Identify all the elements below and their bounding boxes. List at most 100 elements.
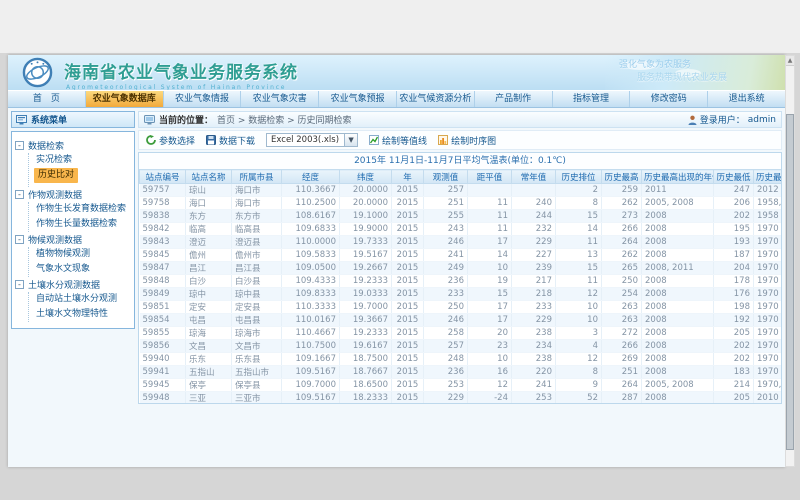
toolbar: 参数选择 数据下载 Excel 2003(.xls) ▼ (138, 130, 782, 150)
collapse-icon[interactable]: - (15, 280, 24, 289)
table-cell: 195 (714, 223, 754, 236)
table-cell: 18.7667 (340, 366, 392, 379)
draw-contour-button[interactable]: 绘制等值线 (369, 134, 427, 147)
table-row[interactable]: 59847昌江昌江县109.050019.2667201524910239152… (140, 262, 783, 275)
table-cell: 2008 (642, 301, 714, 314)
sidebar-tree: -数据检索实况检索历史比对-作物观测数据作物生长发育数据检索作物生长量数据检索-… (11, 131, 135, 329)
tree-item[interactable]: 植物物候观测 (34, 247, 131, 262)
table-cell: 1958 (754, 210, 783, 223)
chevron-down-icon[interactable]: ▼ (344, 134, 357, 146)
table-row[interactable]: 59845儋州儋州市109.583319.5167201524114227132… (140, 249, 783, 262)
table-cell: 2015 (392, 249, 424, 262)
table-cell: 2008 (642, 314, 714, 327)
tree-children: 植物物候观测气象水文现象 (28, 247, 131, 277)
table-cell: 19.2667 (340, 262, 392, 275)
table-row[interactable]: 59758海口海口市110.250020.0000201525111240826… (140, 197, 783, 210)
nav-tab-4[interactable]: 农业气象灾害 (241, 91, 319, 107)
app-window: 海南省农业气象业务服务系统 Agrometeorological System … (8, 55, 785, 467)
breadcrumb[interactable]: 首页 > 数据检索 > 历史同期检索 (217, 113, 352, 126)
table-row[interactable]: 59941五指山五指山市109.516718.76672015236162208… (140, 366, 783, 379)
nav-tab-2[interactable]: 农业气象数据库 (86, 91, 164, 107)
table-cell: 11 (556, 236, 602, 249)
vertical-scrollbar[interactable]: ▲ (785, 55, 795, 467)
table-cell: 2008 (642, 249, 714, 262)
tree-item[interactable]: 自动站土壤水分观测 (34, 292, 131, 307)
table-row[interactable]: 59940乐东乐东县109.166718.7500201524810238122… (140, 353, 783, 366)
table-row[interactable]: 59848白沙白沙县109.433319.2333201523619217112… (140, 275, 783, 288)
table-cell: 217 (512, 275, 556, 288)
table-header-row: 站点编号站点名称所属市县经度纬度年观测值距平值常年值历史排位历史最高历史最高出现… (140, 170, 783, 184)
table-cell (468, 184, 512, 197)
table-cell: 233 (512, 301, 556, 314)
table-row[interactable]: 59842临高临高县109.683319.9000201524311232142… (140, 223, 783, 236)
table-cell: 273 (602, 210, 642, 223)
tree-group[interactable]: -土壤水分观测数据 (15, 277, 131, 292)
nav-tab-7[interactable]: 产品制作 (475, 91, 553, 107)
table-row[interactable]: 59948三亚三亚市109.516718.23332015229-2425352… (140, 392, 783, 405)
table-cell: 1970 (754, 327, 783, 340)
nav-tab-3[interactable]: 农业气象情报 (164, 91, 242, 107)
nav-tab-10[interactable]: 退出系统 (708, 91, 785, 107)
table-row[interactable]: 59945保亭保亭县109.700018.6500201525312241926… (140, 379, 783, 392)
table-row[interactable]: 59855琼海琼海市110.466719.2333201525820238327… (140, 327, 783, 340)
tree-children: 自动站土壤水分观测土壤水文物理特性 (28, 292, 131, 322)
collapse-icon[interactable]: - (15, 235, 24, 244)
column-header: 站点编号 (140, 170, 186, 184)
format-select[interactable]: Excel 2003(.xls) ▼ (266, 133, 358, 147)
bar-chart-icon (438, 135, 448, 145)
nav-tab-8[interactable]: 指标管理 (553, 91, 631, 107)
table-cell: 1970 (754, 223, 783, 236)
refresh-icon (146, 135, 156, 145)
table-cell: 108.6167 (282, 210, 340, 223)
collapse-icon[interactable]: - (15, 141, 24, 150)
table-row[interactable]: 59851定安定安县110.333319.7000201525017233102… (140, 301, 783, 314)
tree-item[interactable]: 作物生长发育数据检索 (34, 202, 131, 217)
table-cell: 287 (602, 392, 642, 405)
table-row[interactable]: 59843澄迈澄迈县110.000019.7333201524617229112… (140, 236, 783, 249)
nav-tab-9[interactable]: 修改密码 (630, 91, 708, 107)
tree-item[interactable]: 气象水文现象 (34, 262, 131, 277)
tree-group[interactable]: -物候观测数据 (15, 232, 131, 247)
table-cell: 266 (602, 223, 642, 236)
tree-item[interactable]: 历史比对 (34, 168, 78, 183)
table-row[interactable]: 59838东方东方市108.616719.1000201525511244152… (140, 210, 783, 223)
scrollbar-thumb[interactable] (786, 114, 794, 450)
sidebar-title: 系统菜单 (31, 113, 67, 126)
table-cell: 183 (714, 366, 754, 379)
table-cell: 1970 (754, 288, 783, 301)
table-cell: 109.8333 (282, 288, 340, 301)
tree-item[interactable]: 土壤水文物理特性 (34, 307, 131, 322)
table-cell: 2005, 2008 (642, 197, 714, 210)
table-cell: 15 (556, 262, 602, 275)
data-download-label: 数据下载 (219, 134, 255, 147)
table-cell: 2008 (642, 392, 714, 405)
scroll-up-icon[interactable]: ▲ (786, 56, 794, 66)
table-cell: 2015 (392, 262, 424, 275)
table-cell: 17 (468, 236, 512, 249)
nav-tab-6[interactable]: 农业气候资源分析 (397, 91, 475, 107)
tree-group[interactable]: -数据检索 (15, 138, 131, 153)
table-cell: 白沙县 (232, 275, 282, 288)
table-cell: 110.0167 (282, 314, 340, 327)
table-row[interactable]: 59854屯昌屯昌县110.016719.3667201524617229102… (140, 314, 783, 327)
nav-tab-5[interactable]: 农业气象预报 (319, 91, 397, 107)
table-cell: 3 (556, 327, 602, 340)
table-cell: 2 (556, 184, 602, 197)
data-download-button[interactable]: 数据下载 (206, 134, 255, 147)
collapse-icon[interactable]: - (15, 190, 24, 199)
nav-tab-1[interactable]: 首 页 (8, 91, 86, 107)
table-cell: 16 (468, 366, 512, 379)
table-row[interactable]: 59757琼山海口市110.366720.0000201525722592011… (140, 184, 783, 197)
table-cell: 59842 (140, 223, 186, 236)
draw-timeseries-button[interactable]: 绘制时序图 (438, 134, 496, 147)
main-area: 系统菜单 -数据检索实况检索历史比对 -作物观测数据作物生长发育数据检索作物生长量… (8, 108, 785, 467)
param-select-button[interactable]: 参数选择 (146, 134, 195, 147)
table-row[interactable]: 59856文昌文昌市110.750019.6167201525723234426… (140, 340, 783, 353)
tree-item[interactable]: 实况检索 (34, 153, 131, 168)
tree-item[interactable]: 作物生长量数据检索 (34, 217, 131, 232)
table-cell: 240 (512, 197, 556, 210)
table-row[interactable]: 59849琼中琼中县109.833319.0333201523315218122… (140, 288, 783, 301)
tree-group[interactable]: -作物观测数据 (15, 187, 131, 202)
table-cell: 11 (468, 223, 512, 236)
table-cell: 19.7000 (340, 301, 392, 314)
